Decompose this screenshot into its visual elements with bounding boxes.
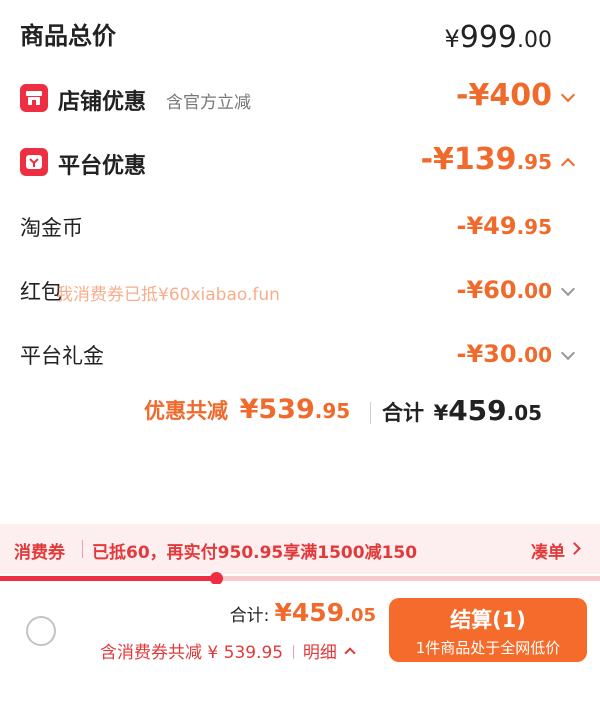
shop-discount-sub: 含官方立减 bbox=[166, 93, 251, 113]
coupon-text: 已抵60，再实付950.95享满1500减150 bbox=[92, 543, 418, 563]
footer-divider bbox=[292, 645, 294, 659]
coupon-bar[interactable]: 消费券 已抵60，再实付950.95享满1500减150 凑单 bbox=[0, 524, 600, 574]
taojinbi-amount: -¥49.95 bbox=[456, 212, 553, 240]
checkout-button[interactable]: 结算(1) 1件商品处于全网低价 bbox=[389, 598, 587, 662]
lijin-row[interactable]: 平台礼金 -¥30.00 bbox=[0, 332, 600, 376]
checkout-label: 结算(1) bbox=[450, 608, 526, 632]
coupon-progress bbox=[0, 572, 600, 585]
total-label: 商品总价 bbox=[20, 22, 116, 50]
hongbao-amount: -¥60.00 bbox=[456, 276, 553, 304]
divider bbox=[370, 402, 371, 424]
chevron-down-icon[interactable] bbox=[560, 281, 576, 297]
radio-icon[interactable] bbox=[26, 616, 56, 646]
footer-detail[interactable]: 含消费券共减 ¥ 539.95 明细 bbox=[100, 638, 356, 663]
footer-detail-link[interactable]: 明细 bbox=[303, 643, 337, 663]
coupon-divider bbox=[82, 540, 83, 558]
watermark-text: 我消费券已抵¥60xiabao.fun bbox=[56, 285, 280, 305]
chevron-right-icon[interactable] bbox=[568, 542, 581, 555]
total-amount: ¥999.00 bbox=[444, 20, 552, 55]
chevron-down-icon[interactable] bbox=[560, 345, 576, 361]
sum-total: 合计 ¥459.05 bbox=[382, 394, 543, 427]
chevron-up-icon[interactable] bbox=[344, 647, 356, 659]
shop-discount-amount: -¥400 bbox=[456, 78, 552, 113]
taojinbi-label: 淘金币 bbox=[20, 216, 83, 240]
platform-icon bbox=[20, 148, 48, 176]
platform-discount-row[interactable]: 平台优惠 -¥139.95 bbox=[0, 138, 600, 186]
coupon-action[interactable]: 凑单 bbox=[531, 538, 565, 563]
shop-icon bbox=[20, 84, 48, 112]
chevron-up-icon[interactable] bbox=[560, 157, 576, 173]
shop-discount-row[interactable]: 店铺优惠 含官方立减 -¥400 bbox=[0, 74, 600, 122]
taojinbi-row: 淘金币 -¥49.95 bbox=[0, 204, 600, 248]
lijin-label: 平台礼金 bbox=[20, 344, 104, 368]
totals-row: 优惠共减 ¥539.95 合计 ¥459.05 bbox=[0, 390, 600, 436]
discount-total: 优惠共减 ¥539.95 bbox=[144, 394, 351, 425]
checkout-sub: 1件商品处于全网低价 bbox=[415, 639, 561, 657]
platform-discount-amount: -¥139.95 bbox=[420, 142, 552, 177]
total-row: 商品总价 ¥999.00 bbox=[0, 0, 600, 70]
chevron-down-icon[interactable] bbox=[560, 87, 576, 103]
footer-detail-text: 含消费券共减 ¥ 539.95 bbox=[100, 643, 284, 663]
coupon-tag: 消费券 bbox=[14, 543, 65, 563]
shop-discount-label: 店铺优惠 bbox=[58, 90, 147, 115]
footer-sum: 合计: ¥459.05 bbox=[229, 598, 376, 627]
footer-bar: 合计: ¥459.05 含消费券共减 ¥ 539.95 明细 结算(1) 1件商… bbox=[0, 584, 600, 726]
platform-discount-label: 平台优惠 bbox=[58, 154, 147, 179]
coupon-progress-fill bbox=[0, 576, 216, 581]
hongbao-row[interactable]: 红包 我消费券已抵¥60xiabao.fun -¥60.00 bbox=[0, 268, 600, 312]
lijin-amount: -¥30.00 bbox=[456, 340, 553, 368]
